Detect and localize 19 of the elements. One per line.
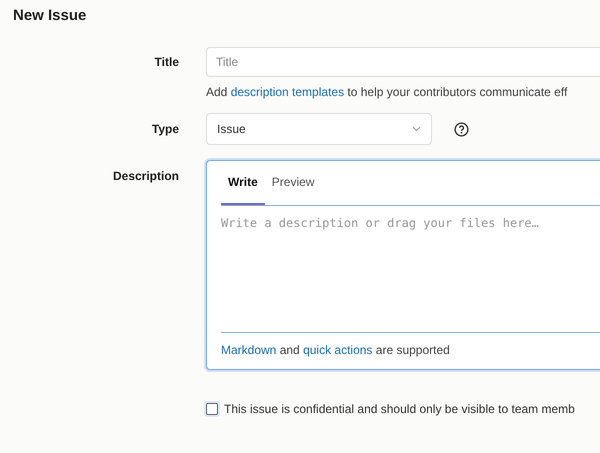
field-label: Type	[152, 121, 179, 136]
checkbox-label: This issue is confidential and should only be visible to team memb	[224, 402, 575, 416]
description-editor[interactable]: Write Preview Write a description or drag your files here… Markdown and quick actions are supported	[206, 160, 600, 370]
type-select[interactable]: Issue	[206, 113, 432, 145]
editor-tab[interactable]: Preview	[264, 161, 322, 205]
page-title: New Issue	[13, 6, 88, 26]
checkbox[interactable]	[206, 403, 218, 415]
editor-footer-text: Markdown and quick actions are supported	[221, 332, 600, 369]
description-field[interactable]: Write a description or drag your files here…	[221, 206, 600, 332]
help-icon[interactable]	[454, 122, 469, 136]
link[interactable]: Markdown	[221, 343, 276, 357]
hint-text: Add description templates to help your contributors communicate eff	[206, 85, 568, 99]
link[interactable]: quick actions	[303, 343, 372, 357]
editor-tab[interactable]: Write	[221, 161, 265, 205]
field-label: Description	[112, 168, 179, 183]
chevron-down-icon	[412, 126, 421, 132]
title-field[interactable]: Title	[206, 47, 600, 77]
link[interactable]: description templates	[230, 85, 344, 99]
field-label: Title	[154, 54, 179, 69]
